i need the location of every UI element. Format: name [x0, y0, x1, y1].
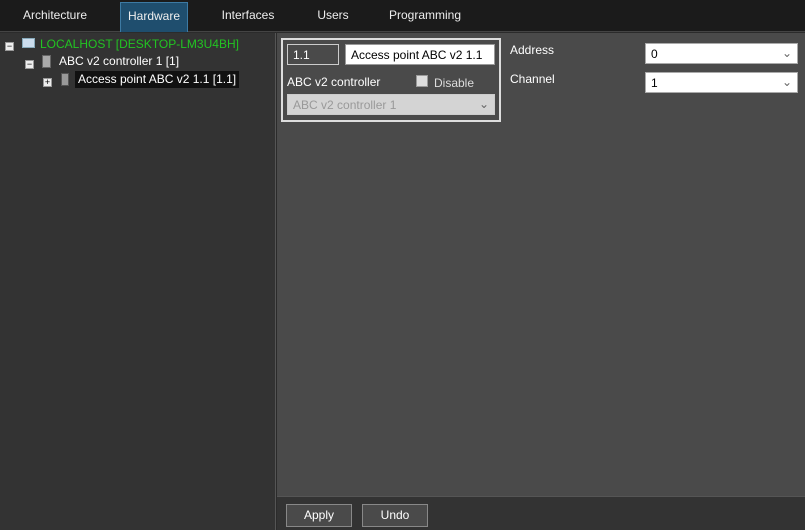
tab-architecture[interactable]: Architecture	[12, 2, 98, 32]
collapse-icon[interactable]: −	[25, 60, 34, 69]
hardware-tree: − LOCALHOST [DESKTOP-LM3U4BH] − ABC v2 c…	[0, 33, 276, 530]
door-icon	[61, 73, 69, 86]
controller-label: ABC v2 controller	[287, 75, 381, 89]
name-field[interactable]: Access point ABC v2 1.1	[345, 44, 495, 65]
expand-icon[interactable]: +	[43, 78, 52, 87]
tree-node-access-point[interactable]: Access point ABC v2 1.1 [1.1]	[75, 71, 240, 88]
tab-hardware[interactable]: Hardware	[120, 2, 188, 32]
access-point-box: 1.1 Access point ABC v2 1.1 ABC v2 contr…	[281, 38, 501, 122]
channel-select[interactable]: 1 ⌄	[645, 72, 798, 93]
address-select[interactable]: 0 ⌄	[645, 43, 798, 64]
properties-panel: 1.1 Access point ABC v2 1.1 ABC v2 contr…	[277, 33, 805, 496]
undo-button[interactable]: Undo	[362, 504, 428, 527]
chevron-down-icon: ⌄	[781, 46, 792, 60]
tree-node-localhost[interactable]: LOCALHOST [DESKTOP-LM3U4BH]	[40, 36, 239, 53]
tab-programming[interactable]: Programming	[385, 2, 465, 32]
address-label: Address	[510, 43, 555, 57]
channel-value: 1	[651, 76, 658, 90]
action-bar: Apply Undo	[277, 496, 805, 530]
tab-interfaces[interactable]: Interfaces	[214, 2, 282, 32]
address-value: 0	[651, 47, 658, 61]
collapse-icon[interactable]: −	[5, 42, 14, 51]
id-field[interactable]: 1.1	[287, 44, 339, 65]
tree-node-controller[interactable]: ABC v2 controller 1 [1]	[59, 53, 179, 70]
chevron-down-icon: ⌄	[781, 75, 792, 89]
controller-icon	[42, 55, 51, 68]
channel-label: Channel	[510, 72, 555, 86]
chevron-down-icon: ⌄	[478, 97, 489, 111]
disable-checkbox[interactable]	[416, 75, 428, 87]
controller-select-value: ABC v2 controller 1	[293, 98, 397, 112]
disable-label: Disable	[434, 76, 475, 90]
tab-bar: Architecture Hardware Interfaces Users P…	[0, 0, 805, 32]
apply-button[interactable]: Apply	[286, 504, 352, 527]
computer-icon	[22, 38, 35, 48]
tab-users[interactable]: Users	[300, 2, 366, 32]
controller-select: ABC v2 controller 1 ⌄	[287, 94, 495, 115]
